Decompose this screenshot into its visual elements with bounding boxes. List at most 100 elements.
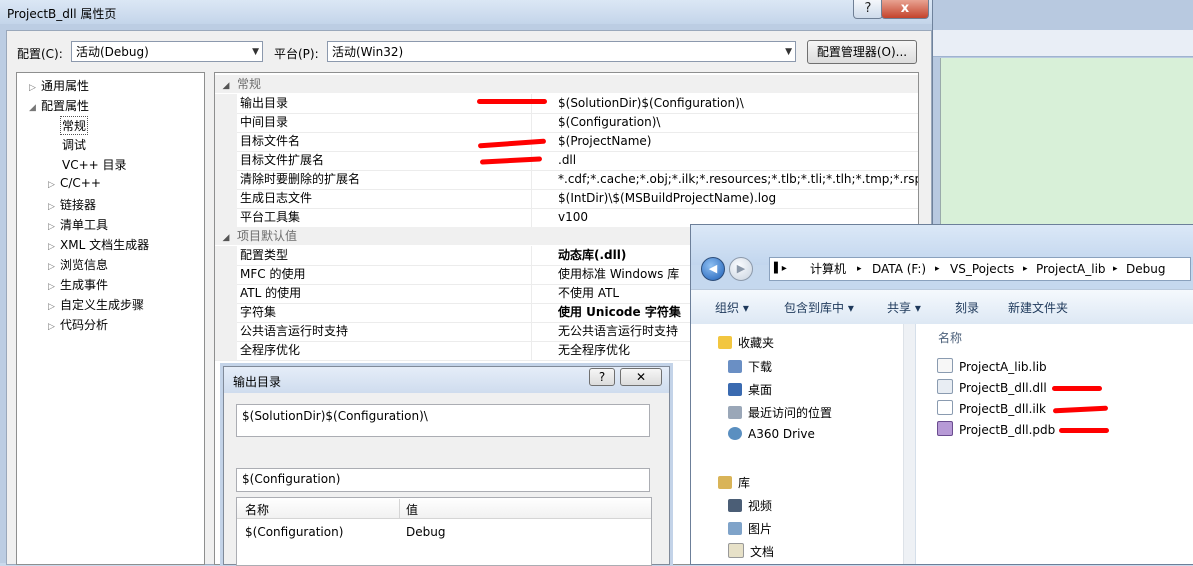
crumb-vs-projects[interactable]: VS_Pojects bbox=[950, 258, 1014, 280]
nav-documents[interactable]: 文档 bbox=[728, 543, 774, 560]
burn-button[interactable]: 刻录 bbox=[955, 299, 979, 316]
nav-videos[interactable]: 视频 bbox=[728, 497, 772, 514]
prop-row[interactable]: 中间目录 $(Configuration)\ bbox=[215, 113, 918, 133]
back-arrow-icon[interactable]: ◀ bbox=[701, 257, 725, 281]
prop-value[interactable]: $(ProjectName) bbox=[558, 132, 918, 151]
document-icon bbox=[728, 543, 744, 558]
nav-downloads[interactable]: 下载 bbox=[728, 358, 772, 375]
window-title: ProjectB_dll 属性页 bbox=[7, 7, 117, 21]
platform-value: 活动(Win32) bbox=[332, 45, 404, 59]
new-folder-button[interactable]: 新建文件夹 bbox=[1008, 299, 1068, 316]
share-menu[interactable]: 共享 ▾ bbox=[887, 299, 921, 316]
explorer-window: ◀ ▶ ▌▸ 计算机 ▸ DATA (F:) ▸ VS_Pojects ▸ Pr… bbox=[690, 224, 1193, 565]
category-general[interactable]: ◢ 常规 bbox=[215, 75, 918, 93]
nav-favorites[interactable]: 收藏夹 bbox=[718, 334, 774, 351]
nav-a360[interactable]: A360 Drive bbox=[728, 427, 815, 441]
command-bar: 组织 ▾ 包含到库中 ▾ 共享 ▾ 刻录 新建文件夹 bbox=[691, 289, 1193, 325]
crumb-drive[interactable]: DATA (F:) bbox=[872, 258, 926, 280]
nav-recent[interactable]: 最近访问的位置 bbox=[728, 404, 832, 421]
tree-item-common[interactable]: ▷ 通用属性 bbox=[29, 77, 89, 94]
tree-item-browse[interactable]: ▷ 浏览信息 bbox=[48, 256, 108, 273]
prop-row[interactable]: 生成日志文件 $(IntDir)\$(MSBuildProjectName).lo… bbox=[215, 189, 918, 209]
recent-places-icon bbox=[728, 406, 742, 419]
expand-icon[interactable]: ▷ bbox=[48, 242, 60, 252]
collapse-icon[interactable]: ◢ bbox=[215, 77, 237, 95]
prop-name: ATL 的使用 bbox=[215, 284, 532, 303]
crumb-sep-icon[interactable]: ▸ bbox=[1023, 258, 1028, 280]
tree-item-config[interactable]: ◢ 配置属性 bbox=[29, 97, 89, 114]
expand-icon[interactable]: ▷ bbox=[48, 222, 60, 232]
nav-desktop[interactable]: 桌面 bbox=[728, 381, 772, 398]
col-header-name[interactable]: 名称 bbox=[938, 329, 962, 346]
include-in-library-menu[interactable]: 包含到库中 ▾ bbox=[784, 299, 854, 316]
forward-arrow-icon[interactable]: ▶ bbox=[729, 257, 753, 281]
breadcrumb[interactable]: ▌▸ 计算机 ▸ DATA (F:) ▸ VS_Pojects ▸ Projec… bbox=[769, 257, 1191, 281]
navigation-pane: 收藏夹 下载 桌面 最近访问的位置 A360 Drive 库 视频 图片 文档 bbox=[691, 324, 915, 564]
expand-icon[interactable]: ▷ bbox=[48, 262, 60, 272]
prop-value[interactable]: $(Configuration)\ bbox=[558, 113, 918, 132]
config-manager-button[interactable]: 配置管理器(O)... bbox=[807, 40, 917, 64]
col-name[interactable]: 名称 bbox=[245, 501, 269, 518]
crumb-projecta[interactable]: ProjectA_lib bbox=[1036, 258, 1106, 280]
prop-row[interactable]: 目标文件名 $(ProjectName) bbox=[215, 132, 918, 152]
macro-value[interactable]: Debug bbox=[406, 525, 445, 539]
crumb-sep-icon[interactable]: ▸ bbox=[935, 258, 940, 280]
expand-icon[interactable]: ▷ bbox=[48, 202, 60, 212]
crumb-debug[interactable]: Debug bbox=[1126, 258, 1165, 280]
annotation-mark bbox=[1059, 428, 1109, 433]
sub-close-button[interactable]: ✕ bbox=[620, 368, 662, 386]
crumb-sep-icon[interactable]: ▸ bbox=[1113, 258, 1118, 280]
title-bar: ProjectB_dll 属性页 ? x bbox=[0, 0, 932, 24]
platform-combo[interactable]: 活动(Win32) ▼ bbox=[327, 41, 796, 62]
folder-icon: ▌▸ bbox=[774, 263, 787, 274]
desktop-icon bbox=[728, 383, 742, 396]
crumb-computer[interactable]: 计算机 bbox=[810, 258, 846, 280]
tree-item-debug[interactable]: 调试 bbox=[62, 136, 86, 153]
close-button[interactable]: x bbox=[881, 0, 929, 19]
collapse-icon[interactable]: ◢ bbox=[215, 229, 237, 247]
prop-value[interactable]: .dll bbox=[558, 151, 918, 170]
prop-row[interactable]: 输出目录 $(SolutionDir)$(Configuration)\ bbox=[215, 94, 918, 114]
tree-item-general[interactable]: 常规 bbox=[60, 116, 89, 135]
expand-icon[interactable]: ▷ bbox=[48, 302, 60, 312]
file-item[interactable]: ProjectB_dll.dll bbox=[937, 379, 1047, 395]
tree-item-build-events[interactable]: ▷ 生成事件 bbox=[48, 276, 108, 293]
macro-list: 名称 值 $(Configuration) Debug bbox=[236, 497, 652, 566]
prop-value[interactable]: $(SolutionDir)$(Configuration)\ bbox=[558, 94, 918, 113]
file-item[interactable]: ProjectA_lib.lib bbox=[937, 358, 1047, 374]
tree-item-manifest[interactable]: ▷ 清单工具 bbox=[48, 216, 108, 233]
cloud-drive-icon bbox=[728, 427, 742, 440]
expand-icon[interactable]: ▷ bbox=[48, 180, 60, 190]
crumb-sep-icon[interactable]: ▸ bbox=[857, 258, 862, 280]
nav-scrollbar[interactable] bbox=[903, 324, 915, 564]
expand-icon[interactable]: ▷ bbox=[48, 282, 60, 292]
prop-value[interactable]: *.cdf;*.cache;*.obj;*.ilk;*.resources;*.… bbox=[558, 170, 918, 189]
tree-item-cpp[interactable]: ▷ C/C++ bbox=[48, 176, 101, 190]
dll-file-icon bbox=[937, 379, 953, 394]
nav-pictures[interactable]: 图片 bbox=[728, 520, 772, 537]
tree-item-linker[interactable]: ▷ 链接器 bbox=[48, 196, 96, 213]
sub-title: 输出目录 bbox=[233, 375, 282, 389]
prop-name: 配置类型 bbox=[215, 246, 532, 265]
expand-icon[interactable]: ▷ bbox=[29, 83, 41, 93]
col-value[interactable]: 值 bbox=[406, 501, 418, 518]
chevron-down-icon: ▼ bbox=[252, 47, 259, 57]
nav-libraries[interactable]: 库 bbox=[718, 474, 750, 491]
expand-icon[interactable]: ▷ bbox=[48, 322, 60, 332]
tree-item-code-analysis[interactable]: ▷ 代码分析 bbox=[48, 316, 108, 333]
help-button[interactable]: ? bbox=[853, 0, 883, 19]
prop-row[interactable]: 目标文件扩展名 .dll bbox=[215, 151, 918, 171]
output-dir-edit[interactable]: $(SolutionDir)$(Configuration)\ bbox=[236, 404, 650, 437]
tree-item-custom-build[interactable]: ▷ 自定义生成步骤 bbox=[48, 296, 144, 313]
file-item[interactable]: ProjectB_dll.ilk bbox=[937, 400, 1046, 416]
collapse-icon[interactable]: ◢ bbox=[29, 103, 41, 113]
macro-name[interactable]: $(Configuration) bbox=[245, 525, 343, 539]
file-item[interactable]: ProjectB_dll.pdb bbox=[937, 421, 1055, 437]
tree-item-vc-dirs[interactable]: VC++ 目录 bbox=[62, 156, 127, 173]
prop-row[interactable]: 清除时要删除的扩展名 *.cdf;*.cache;*.obj;*.ilk;*.re… bbox=[215, 170, 918, 190]
config-combo[interactable]: 活动(Debug) ▼ bbox=[71, 41, 263, 62]
tree-item-xml[interactable]: ▷ XML 文档生成器 bbox=[48, 236, 149, 253]
prop-value[interactable]: $(IntDir)\$(MSBuildProjectName).log bbox=[558, 189, 918, 208]
organize-menu[interactable]: 组织 ▾ bbox=[715, 299, 749, 316]
sub-help-button[interactable]: ? bbox=[589, 368, 615, 386]
